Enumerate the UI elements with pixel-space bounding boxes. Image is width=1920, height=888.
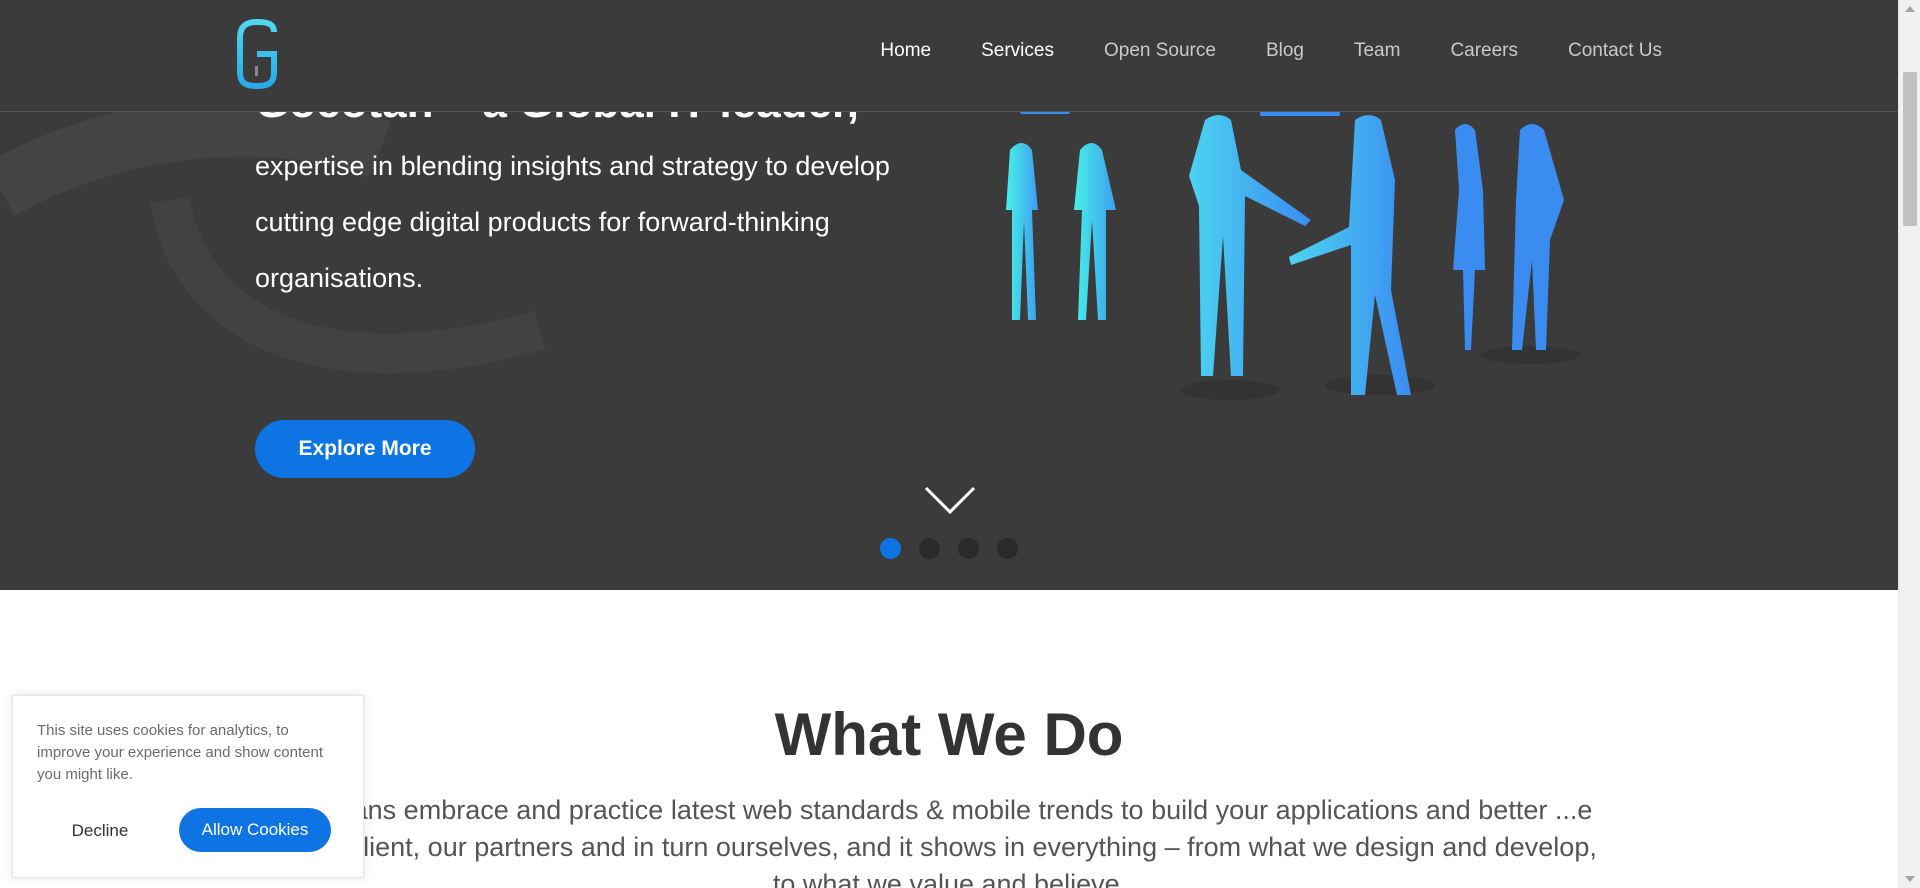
slider-pagination [880, 538, 1018, 559]
decline-cookies-button[interactable]: Decline [35, 809, 165, 853]
cookie-message: This site uses cookies for analytics, to… [37, 722, 323, 783]
logo-icon[interactable] [234, 18, 280, 90]
nav-item-home[interactable]: Home [880, 40, 931, 62]
allow-cookies-button[interactable]: Allow Cookies [179, 808, 331, 852]
explore-more-button[interactable]: Explore More [255, 420, 475, 478]
hero-description: expertise in blending insights and strat… [255, 151, 890, 293]
nav-item-careers[interactable]: Careers [1450, 40, 1518, 62]
slide-dot-3[interactable] [958, 538, 979, 559]
slide-dot-4[interactable] [997, 538, 1018, 559]
nav-item-team[interactable]: Team [1354, 40, 1400, 62]
nav-item-blog[interactable]: Blog [1266, 40, 1304, 62]
what-we-do-text: ...ptans embrace and practice latest web… [303, 795, 1597, 888]
people-illustration [1006, 100, 1580, 400]
page-scrollbar[interactable] [1898, 0, 1920, 888]
top-navigation-bar: Home Services Open Source Blog Team Care… [0, 0, 1898, 112]
scroll-down-chevron-icon[interactable] [924, 486, 976, 516]
scroll-up-arrow-icon[interactable] [1905, 6, 1915, 12]
hero-section: Gocotan – a Global IT leader, expertise … [0, 0, 1898, 590]
nav-item-contact-us[interactable]: Contact Us [1568, 40, 1662, 62]
scrollbar-thumb[interactable] [1903, 72, 1917, 226]
nav-item-services[interactable]: Services [981, 40, 1054, 62]
slide-dot-1[interactable] [880, 538, 901, 559]
cookie-consent-banner: This site uses cookies for analytics, to… [12, 695, 364, 878]
nav-item-open-source[interactable]: Open Source [1104, 40, 1216, 62]
scroll-down-arrow-icon[interactable] [1905, 876, 1915, 882]
slide-dot-2[interactable] [919, 538, 940, 559]
main-nav: Home Services Open Source Blog Team Care… [830, 40, 1662, 62]
